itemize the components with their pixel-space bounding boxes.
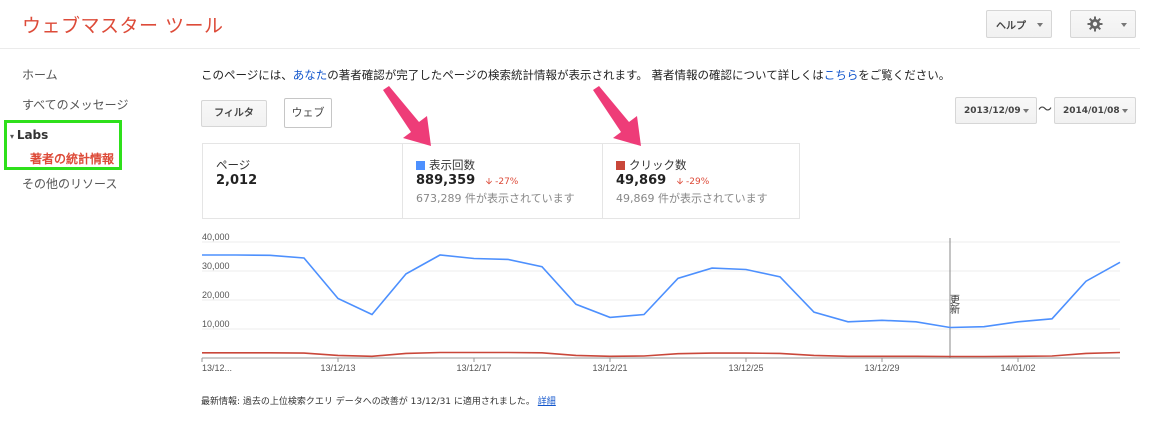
start-date-label: 2013/12/09 [964,105,1021,116]
arrow-down-icon: 🡫 [485,177,493,187]
performance-chart[interactable]: 40,000 30,000 20,000 10,000 13/12... 13/12/13… [190,232,1135,382]
clicks-swatch-icon [616,160,625,170]
clicks-line [202,351,1121,358]
sidebar-item-labs-label: Labs [16,128,49,142]
chevron-down-icon [1122,109,1128,113]
web-filter-chip[interactable]: ウェブ [284,98,332,128]
chevron-down-icon [1037,23,1043,27]
end-date-label: 2014/01/08 [1063,105,1120,116]
settings-button[interactable] [1070,10,1136,38]
stat-impressions-header: 表示回数 [416,157,475,173]
stat-impressions-change: -27% [495,177,519,187]
header: ウェブマスター ツール ヘルプ [0,0,1158,49]
stat-clicks[interactable]: クリック数 49,869 🡫 -29% 49,869 件が表示されています [602,144,800,218]
chart-svg: 40,000 30,000 20,000 10,000 13/12... 13/12/13… [201,232,1121,373]
stat-pages-label: ページ [216,158,251,172]
stat-pages[interactable]: ページ 2,012 [203,144,402,218]
stat-impressions[interactable]: 表示回数 889,359 🡫 -27% 673,289 件が表示されています [402,144,602,218]
date-separator: 〜 [1038,102,1052,118]
sidebar-item-home[interactable]: ホーム [22,66,58,83]
impressions-line [202,254,1121,329]
stat-clicks-value: 49,869 [616,173,667,188]
start-date-picker[interactable]: 2013/12/09 [955,97,1037,124]
filter-button[interactable]: フィルタ [201,100,267,127]
x-tick-label: 13/12/29 [864,363,899,373]
stat-pages-value: 2,012 [216,173,258,188]
sidebar-item-labs[interactable]: ▾ Labs [10,128,48,142]
chevron-down-icon [1023,109,1029,113]
intro-link-you[interactable]: あなた [293,68,328,82]
intro-link-here[interactable]: こちら [824,68,859,82]
intro-middle: の著者確認が完了したページの検索統計情報が表示されます。 著者情報の確認について… [327,68,824,82]
pointer-arrow-icon [593,86,641,146]
stat-clicks-value-row: 49,869 🡫 -29% [616,173,709,190]
chevron-down-icon [1121,23,1127,27]
stat-impressions-value-row: 889,359 🡫 -27% [416,173,518,190]
y-tick-label: 40,000 [202,232,230,242]
help-button[interactable]: ヘルプ [986,10,1052,38]
y-tick-label: 10,000 [202,319,230,329]
stat-clicks-label: クリック数 [629,158,687,172]
stat-clicks-sub: 49,869 件が表示されています [616,192,768,205]
header-divider [0,48,1140,49]
stat-impressions-sub: 673,289 件が表示されています [416,192,575,205]
x-tick-label: 13/12/13 [320,363,355,373]
x-tick-label: 14/01/02 [1000,363,1035,373]
x-tick-label: 13/12... [202,363,232,373]
gear-icon [1087,16,1103,32]
y-tick-label: 20,000 [202,290,230,300]
impressions-swatch-icon [416,160,425,170]
stat-clicks-change: -29% [686,177,710,187]
y-tick-label: 30,000 [202,261,230,271]
sidebar-item-other-resources[interactable]: その他のリソース [22,175,117,192]
sidebar-item-author-stats[interactable]: 著者の統計情報 [30,150,114,167]
update-notice: 最新情報: 過去の上位検索クエリ データへの改善が 13/12/31 に適用され… [201,394,556,407]
help-button-label: ヘルプ [996,20,1026,32]
intro-text: このページには、あなたの著者確認が完了したページの検索統計情報が表示されます。 … [201,67,950,83]
stats-panel: ページ 2,012 表示回数 889,359 🡫 -27% 673,289 件が… [202,143,800,219]
x-tick-label: 13/12/21 [592,363,627,373]
stat-impressions-value: 889,359 [416,173,476,188]
intro-before: このページには、 [201,68,293,82]
end-date-picker[interactable]: 2014/01/08 [1054,97,1136,124]
annotation-label: 更新 [948,294,960,315]
app-title[interactable]: ウェブマスター ツール [22,11,224,38]
details-link[interactable]: 詳細 [538,397,556,407]
x-tick-label: 13/12/25 [728,363,763,373]
arrow-down-icon: 🡫 [676,177,684,187]
x-tick-label: 13/12/17 [456,363,491,373]
stat-impressions-label: 表示回数 [429,158,475,172]
stat-clicks-header: クリック数 [616,157,687,173]
sidebar-item-all-messages[interactable]: すべてのメッセージ [22,96,128,113]
update-notice-text: 最新情報: 過去の上位検索クエリ データへの改善が 13/12/31 に適用され… [201,397,535,407]
pointer-arrow-icon [383,86,431,146]
intro-after: をご覧ください。 [858,68,951,82]
